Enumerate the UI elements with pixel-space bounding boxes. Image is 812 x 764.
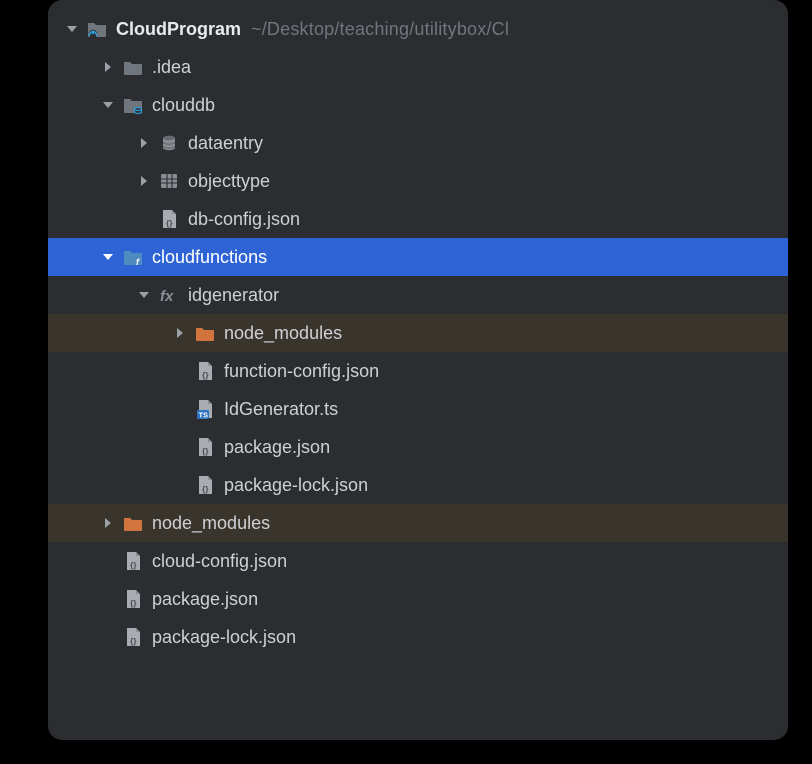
svg-text:{}: {} <box>130 598 137 608</box>
fn-folder-icon: f <box>122 246 144 268</box>
project-tool-window[interactable]: CloudProgram ~/Desktop/teaching/utilitybo… <box>48 0 788 740</box>
json-file-icon: {} <box>122 550 144 572</box>
tree-item-label: package-lock.json <box>224 475 368 496</box>
json-file-icon: {} <box>194 474 216 496</box>
chevron-right-icon[interactable] <box>100 515 116 531</box>
tree-item-label: IdGenerator.ts <box>224 399 338 420</box>
chevron-right-icon[interactable] <box>100 59 116 75</box>
tree-row[interactable]: {} function-config.json <box>48 352 788 390</box>
tree-row[interactable]: node_modules <box>48 314 788 352</box>
chevron-right-icon[interactable] <box>172 325 188 341</box>
tree-item-label: package-lock.json <box>152 627 296 648</box>
tree-item-label: function-config.json <box>224 361 379 382</box>
tree-item-label: .idea <box>152 57 191 78</box>
json-file-icon: {} <box>194 436 216 458</box>
svg-text:TS: TS <box>199 410 209 419</box>
project-folder-icon <box>86 18 108 40</box>
tree-row[interactable]: {} package-lock.json <box>48 466 788 504</box>
chevron-down-icon[interactable] <box>100 249 116 265</box>
ts-file-icon: TS <box>194 398 216 420</box>
folder-icon <box>122 56 144 78</box>
tree-item-label: idgenerator <box>188 285 279 306</box>
fx-icon: fx <box>158 284 180 306</box>
tree-item-label: package.json <box>224 437 330 458</box>
chevron-down-icon[interactable] <box>100 97 116 113</box>
tree-row[interactable]: node_modules <box>48 504 788 542</box>
svg-text:{}: {} <box>202 484 209 494</box>
json-file-icon: {} <box>158 208 180 230</box>
json-file-icon: {} <box>122 626 144 648</box>
tree-row[interactable]: f cloudfunctions <box>48 238 788 276</box>
chevron-down-icon[interactable] <box>136 287 152 303</box>
json-file-icon: {} <box>194 360 216 382</box>
tree-row[interactable]: fx idgenerator <box>48 276 788 314</box>
tree-item-label: node_modules <box>152 513 270 534</box>
tree-row[interactable]: objecttype <box>48 162 788 200</box>
chevron-right-icon[interactable] <box>136 173 152 189</box>
chevron-right-icon[interactable] <box>136 135 152 151</box>
svg-text:{}: {} <box>130 636 137 646</box>
tree-item-label: cloudfunctions <box>152 247 267 268</box>
tree-item-label: CloudProgram <box>116 19 241 40</box>
tree-item-label: db-config.json <box>188 209 300 230</box>
tree-item-label: package.json <box>152 589 258 610</box>
tree-row[interactable]: {} db-config.json <box>48 200 788 238</box>
chevron-down-icon[interactable] <box>64 21 80 37</box>
tree-row[interactable]: {} cloud-config.json <box>48 542 788 580</box>
project-tree[interactable]: CloudProgram ~/Desktop/teaching/utilitybo… <box>48 0 788 656</box>
tree-row[interactable]: dataentry <box>48 124 788 162</box>
folder-orange-icon <box>194 322 216 344</box>
tree-row[interactable]: {} package.json <box>48 580 788 618</box>
tree-row[interactable]: {} package.json <box>48 428 788 466</box>
tree-item-label: dataentry <box>188 133 263 154</box>
path-hint: ~/Desktop/teaching/utilitybox/Cl <box>251 19 509 40</box>
svg-text:{}: {} <box>202 446 209 456</box>
svg-text:{}: {} <box>130 560 137 570</box>
tree-row[interactable]: TS IdGenerator.ts <box>48 390 788 428</box>
svg-text:{}: {} <box>166 218 173 228</box>
tree-item-label: clouddb <box>152 95 215 116</box>
svg-text:fx: fx <box>160 288 174 305</box>
tree-item-label: cloud-config.json <box>152 551 287 572</box>
tree-item-label: objecttype <box>188 171 270 192</box>
tree-row[interactable]: clouddb <box>48 86 788 124</box>
tree-row[interactable]: CloudProgram ~/Desktop/teaching/utilitybo… <box>48 10 788 48</box>
db-table-icon <box>158 170 180 192</box>
folder-orange-icon <box>122 512 144 534</box>
db-folder-icon <box>122 94 144 116</box>
svg-text:{}: {} <box>202 370 209 380</box>
tree-item-label: node_modules <box>224 323 342 344</box>
json-file-icon: {} <box>122 588 144 610</box>
tree-row[interactable]: .idea <box>48 48 788 86</box>
tree-row[interactable]: {} package-lock.json <box>48 618 788 656</box>
db-cylinder-icon <box>158 132 180 154</box>
